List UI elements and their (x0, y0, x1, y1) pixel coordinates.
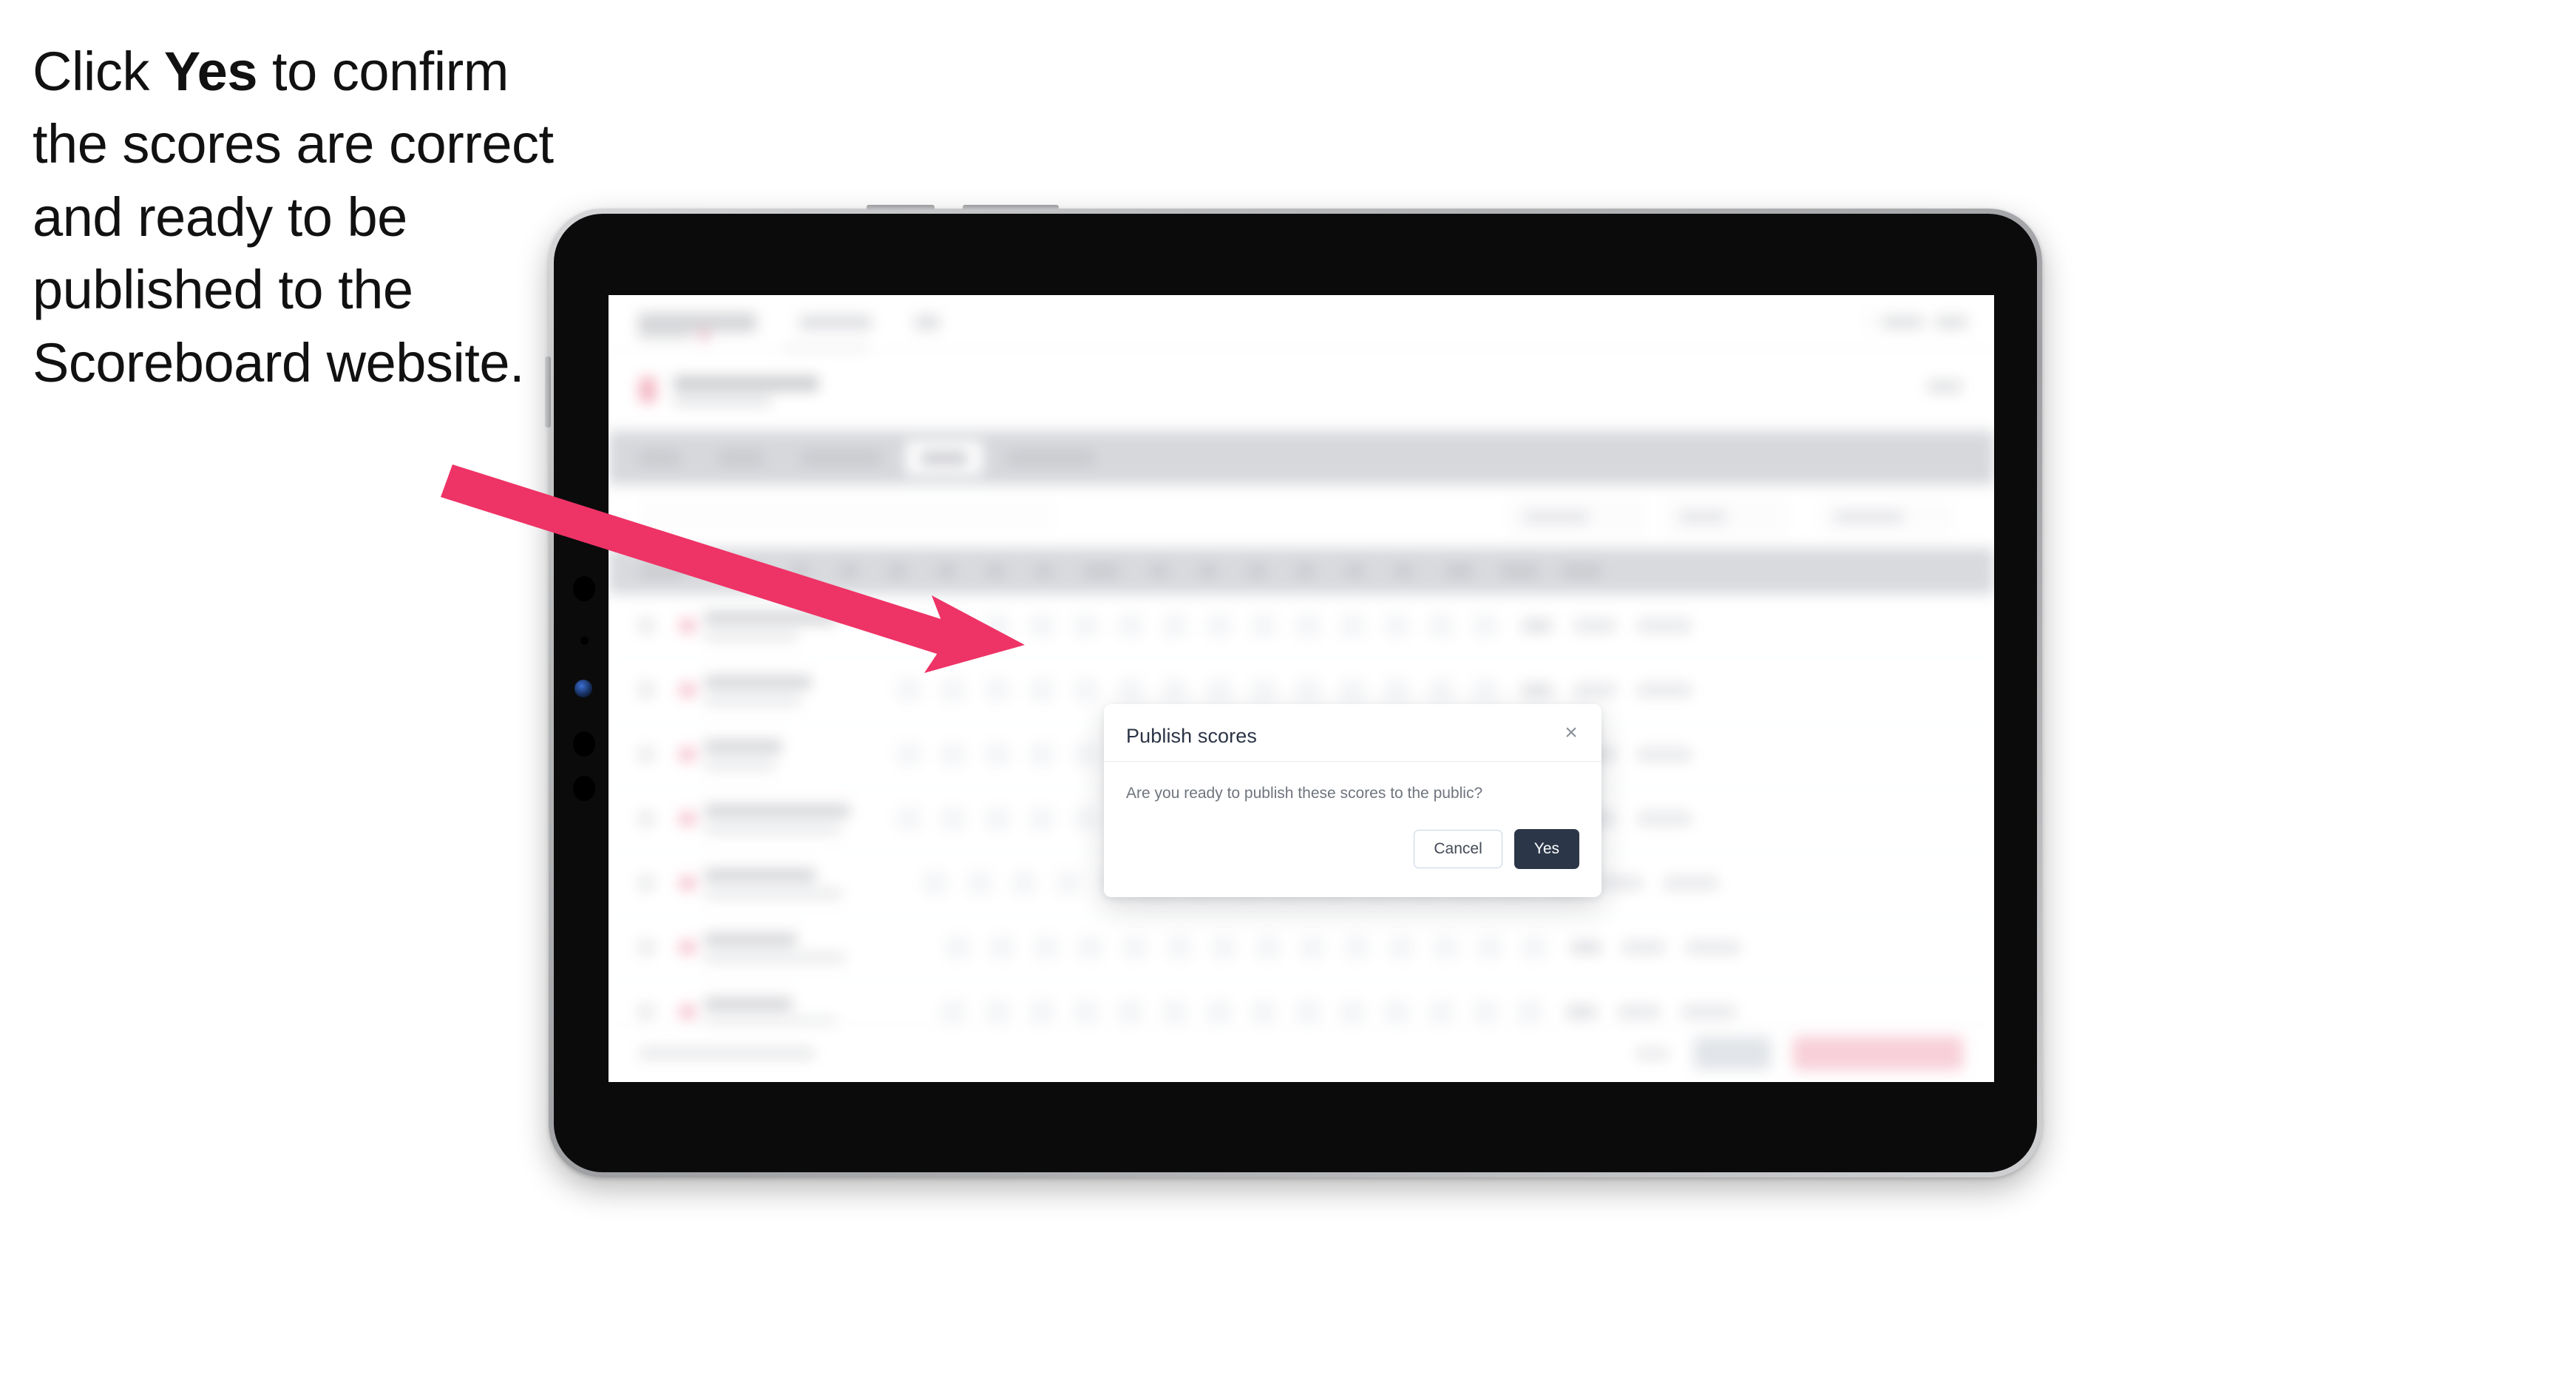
publish-scores-dialog: Publish scores × Are you ready to publis… (1104, 704, 1601, 898)
dialog-header: Publish scores × (1104, 704, 1601, 762)
cancel-button[interactable]: Cancel (1414, 830, 1502, 869)
yes-button[interactable]: Yes (1514, 829, 1579, 870)
tablet-body: Publish scores × Are you ready to publis… (554, 214, 2037, 1172)
device-top-button[interactable] (867, 205, 935, 211)
instruction-prefix: Click (33, 41, 164, 102)
speaker-hole-icon (573, 776, 595, 801)
instruction-text: Click Yes to confirm the scores are corr… (33, 36, 594, 399)
front-camera-icon (573, 576, 595, 601)
dialog-message: Are you ready to publish these scores to… (1126, 785, 1483, 802)
device-power-button[interactable] (545, 356, 551, 427)
modal-scrim (609, 295, 1994, 1082)
dialog-title: Publish scores (1126, 725, 1257, 747)
close-icon[interactable]: × (1557, 719, 1585, 747)
flash-led-icon (574, 680, 592, 697)
dialog-body: Are you ready to publish these scores to… (1104, 762, 1601, 808)
ambient-sensor-icon (580, 637, 589, 645)
tablet-screen: Publish scores × Are you ready to publis… (609, 295, 1994, 1082)
instruction-emphasis: Yes (163, 41, 258, 102)
speaker-hole-icon (573, 731, 595, 757)
dialog-actions: Cancel Yes (1104, 808, 1601, 897)
tablet-device: Publish scores × Are you ready to publis… (545, 205, 2042, 1177)
device-volume-button[interactable] (963, 205, 1059, 211)
